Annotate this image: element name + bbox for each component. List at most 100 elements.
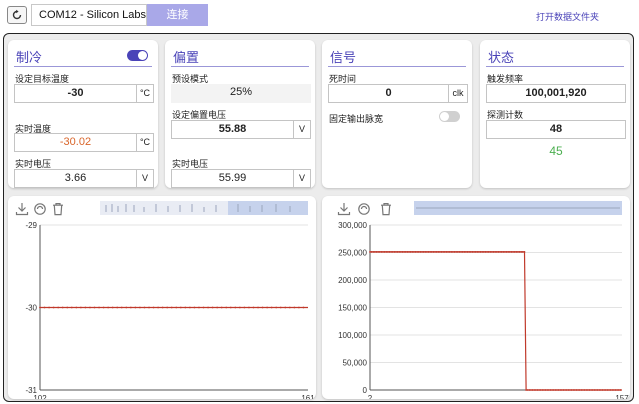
- temp-chart-point: [148, 306, 150, 309]
- temp-chart-point: [175, 306, 178, 309]
- set-bias-input[interactable]: 55.88: [171, 120, 294, 139]
- count-chart-point: [573, 389, 576, 391]
- cooling-title: 制冷: [16, 50, 43, 65]
- count-chart-y-tick-label: 50,000: [343, 359, 368, 368]
- temp-chart-point: [261, 306, 264, 309]
- count-chart-point: [435, 251, 438, 253]
- count-chart-point: [460, 251, 462, 253]
- temp-chart-point: [84, 306, 87, 309]
- count-chart-point: [432, 251, 435, 253]
- temp-chart-point: [220, 306, 223, 309]
- count-chart-point: [528, 389, 531, 391]
- count-chart-point: [468, 251, 471, 253]
- port-select[interactable]: COM12 - Silicon Labs: [31, 4, 147, 26]
- count-chart-point: [499, 251, 501, 253]
- count-chart-y-tick-label: 150,000: [338, 304, 367, 313]
- count-chart-point: [450, 251, 453, 253]
- count-chart-point: [473, 251, 475, 253]
- temp-chart-point: [193, 306, 196, 309]
- count-chart-point: [434, 251, 436, 253]
- fixed-pulse-toggle[interactable]: [439, 111, 460, 122]
- preset-mode-value[interactable]: 25%: [171, 84, 311, 103]
- temp-chart-point: [202, 306, 205, 309]
- count-chart-point: [578, 389, 581, 391]
- signal-title: 信号: [330, 50, 357, 65]
- temp-chart-point: [293, 306, 296, 309]
- count-chart-point: [601, 389, 604, 391]
- count-chart-point: [533, 389, 536, 391]
- temp-chart-point: [79, 306, 82, 309]
- count-chart-point: [547, 389, 550, 391]
- temp-chart-point: [252, 306, 255, 309]
- dead-time-input[interactable]: 0: [328, 84, 449, 103]
- right-plot-zoom-slider[interactable]: [414, 201, 622, 215]
- count-chart-point: [412, 251, 415, 253]
- reset-icon[interactable]: [357, 202, 371, 216]
- count-chart-point: [388, 251, 391, 253]
- download-icon[interactable]: [15, 202, 29, 216]
- count-chart-point: [447, 251, 449, 253]
- download-icon[interactable]: [337, 202, 351, 216]
- temp-chart-x-tick-label: 161: [301, 394, 315, 399]
- temp-chart-point: [166, 306, 169, 309]
- connect-button[interactable]: 连接: [147, 4, 208, 26]
- count-chart-point: [398, 251, 401, 253]
- temp-chart-point: [116, 306, 119, 309]
- temp-chart-point: [111, 306, 114, 309]
- temp-chart-point: [143, 306, 146, 309]
- count-chart-point: [443, 251, 446, 253]
- trash-icon[interactable]: [51, 202, 65, 216]
- count-chart-point: [616, 389, 619, 391]
- temp-chart-point: [179, 306, 182, 309]
- count-chart-point: [479, 251, 482, 253]
- count-chart-point: [417, 251, 420, 253]
- trigger-freq-value: 100,001,920: [486, 84, 626, 103]
- count-chart-point: [541, 389, 544, 391]
- trash-icon[interactable]: [379, 202, 393, 216]
- temp-chart-point: [275, 306, 278, 309]
- temp-chart-point: [102, 306, 105, 309]
- count-chart-point: [544, 389, 547, 391]
- refresh-button[interactable]: [7, 6, 27, 24]
- count-chart-point: [471, 251, 474, 253]
- count-chart-point: [383, 251, 386, 253]
- count-chart-point: [507, 251, 510, 253]
- count-chart-point: [487, 251, 490, 253]
- count-chart-point: [534, 389, 537, 391]
- temp-chart-point: [152, 306, 155, 309]
- count-chart-point: [546, 389, 549, 391]
- count-chart-point: [469, 251, 472, 253]
- left-plot-zoom-slider[interactable]: [100, 201, 308, 215]
- count-chart-point: [426, 251, 428, 253]
- count-chart-point: [378, 251, 381, 253]
- count-chart-point: [395, 251, 397, 253]
- bias-voltage-unit: V: [293, 169, 311, 188]
- count-chart-point: [377, 251, 380, 253]
- count-chart-point: [512, 251, 514, 253]
- count-chart-y-tick-label: 250,000: [338, 249, 367, 258]
- count-chart-point: [416, 251, 419, 253]
- count-chart-point: [583, 389, 586, 391]
- temp-chart-point: [298, 306, 300, 309]
- temp-chart-point: [248, 306, 250, 309]
- temp-chart-point: [161, 306, 164, 309]
- temp-chart-point: [139, 306, 141, 309]
- count-chart-point: [448, 251, 451, 253]
- count-chart-y-tick-label: 300,000: [338, 221, 367, 230]
- temp-chart-point: [125, 306, 128, 309]
- temp-chart-point: [39, 306, 41, 309]
- count-chart-point: [562, 389, 565, 391]
- count-chart-point: [617, 389, 620, 391]
- target-temp-input[interactable]: -30: [14, 84, 137, 103]
- count-chart-point: [369, 251, 371, 253]
- reset-icon[interactable]: [33, 202, 47, 216]
- open-data-folder-link[interactable]: 打开数据文件夹: [536, 10, 599, 23]
- cooling-toggle[interactable]: [127, 50, 148, 61]
- temp-chart-point: [234, 306, 237, 309]
- count-chart-point: [517, 251, 519, 253]
- count-chart-point: [599, 389, 602, 391]
- bias-card: 偏置 预设模式 25% 设定偏置电压 55.88 V 实时电压 55.99 V: [165, 40, 315, 188]
- temp-chart-point: [288, 306, 291, 309]
- count-chart-point: [582, 389, 584, 391]
- temp-chart-point: [134, 306, 137, 309]
